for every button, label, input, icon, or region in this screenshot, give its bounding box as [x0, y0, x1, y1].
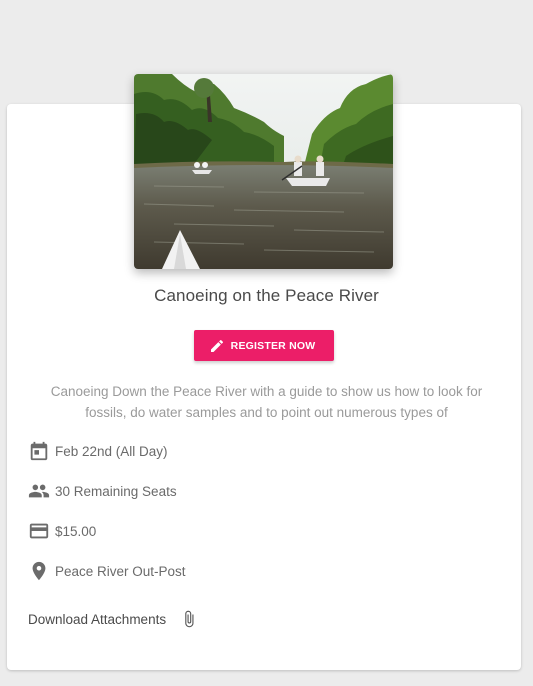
register-now-button[interactable]: REGISTER NOW: [194, 330, 334, 361]
paperclip-icon[interactable]: [180, 610, 198, 628]
register-now-label: REGISTER NOW: [230, 339, 316, 352]
download-attachments-row: Download Attachments: [28, 608, 198, 630]
event-seats-row: 30 Remaining Seats: [28, 479, 177, 503]
event-photo: [134, 74, 393, 269]
event-date-row: Feb 22nd (All Day): [28, 439, 168, 463]
event-price: $15.00: [55, 523, 97, 539]
event-location: Peace River Out-Post: [55, 563, 186, 579]
remaining-seats: 30 Remaining Seats: [55, 483, 177, 499]
calendar-icon: [30, 441, 48, 461]
event-date: Feb 22nd (All Day): [55, 443, 168, 459]
credit-card-icon: [29, 523, 49, 539]
event-title: Canoeing on the Peace River: [154, 286, 379, 305]
event-location-row: Peace River Out-Post: [28, 559, 186, 583]
download-attachments-label: Download Attachments: [28, 611, 167, 627]
event-description: Canoeing Down the Peace River with a gui…: [50, 384, 483, 420]
people-icon: [28, 484, 50, 498]
pencil-icon: [210, 339, 223, 352]
location-pin-icon: [32, 561, 46, 581]
event-price-row: $15.00: [28, 519, 96, 543]
